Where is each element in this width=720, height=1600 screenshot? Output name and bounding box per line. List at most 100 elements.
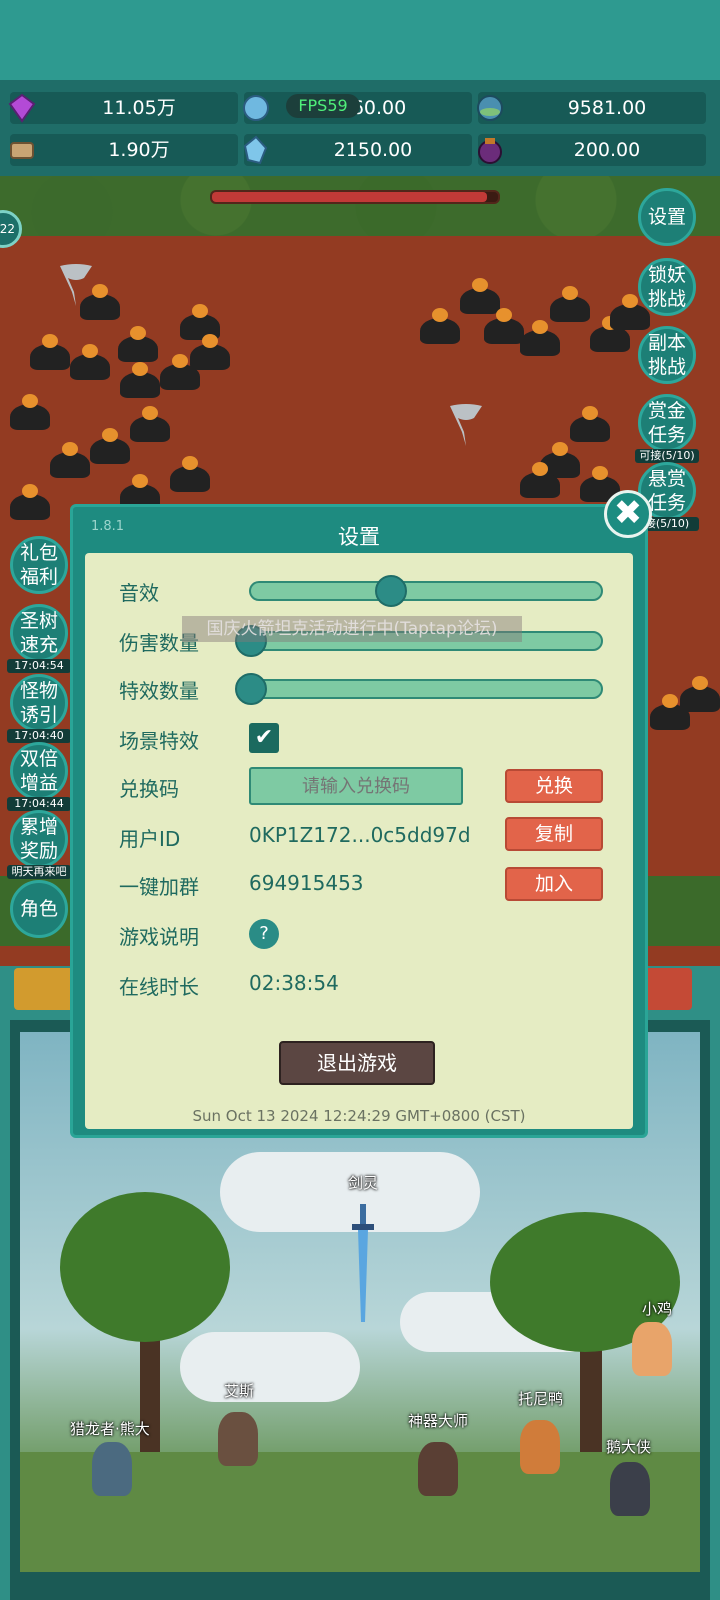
character-label-dragon-hunter-bear: 猎龙者·熊大: [70, 1420, 150, 1438]
close-icon[interactable]: ✖: [604, 490, 652, 538]
enemy: [190, 334, 230, 370]
game-help-label: 游戏说明: [119, 925, 199, 949]
monster-lure-timer: 17:04:40: [7, 729, 71, 743]
boss-hp-fill: [212, 192, 487, 202]
bounty-mission-status: 可接(5/10): [635, 449, 699, 463]
redeem-code-label: 兑换码: [119, 777, 179, 801]
character-ace[interactable]: [218, 1412, 258, 1466]
character-dragon-hunter-bear[interactable]: [92, 1442, 132, 1496]
dungeon-challenge-button[interactable]: 副本挑战: [638, 326, 696, 384]
resource-gem-value: 11.05万: [102, 97, 176, 119]
double-boost-label: 双倍增益: [19, 748, 58, 794]
bounty-mission-button[interactable]: 赏金任务 可接(5/10): [635, 394, 699, 463]
scene-effects-checkbox[interactable]: ✔: [249, 723, 279, 753]
double-boost-button[interactable]: 双倍增益 17:04:44: [7, 742, 71, 811]
enemy: [118, 326, 158, 362]
tornado-icon: [60, 264, 92, 306]
cumulative-reward-label: 累增奖励: [19, 816, 58, 862]
settings-panel: 1.8.1 设置 音效 伤害数量 特效数量 场景特效 ✔ 兑换码 兑换 用户ID…: [70, 504, 648, 1138]
character-tony-duck[interactable]: [520, 1420, 560, 1474]
enemy: [50, 442, 90, 478]
sound-slider[interactable]: [249, 575, 603, 607]
enemy: [570, 406, 610, 442]
purple-gem-icon: [8, 93, 36, 123]
effects-count-slider-knob[interactable]: [235, 673, 267, 705]
character-label-artifact-master: 神器大师: [408, 1412, 469, 1430]
cumulative-reward-button[interactable]: 累增奖励 明天再来吧: [7, 810, 71, 879]
enemy: [120, 362, 160, 398]
holy-tree-recharge-timer: 17:04:54: [7, 659, 71, 673]
monster-lure-label: 怪物诱引: [19, 680, 58, 726]
effects-count-label: 特效数量: [119, 679, 199, 703]
online-time-value: 02:38:54: [249, 971, 339, 995]
enemy: [170, 456, 210, 492]
online-time-label: 在线时长: [119, 975, 199, 999]
holy-tree-recharge-label: 圣树速充: [19, 610, 58, 656]
character-label-tony-duck: 托尼鸭: [518, 1390, 564, 1408]
resource-ice-value: 2150.00: [333, 139, 413, 161]
cumulative-reward-status: 明天再来吧: [7, 865, 71, 879]
enemy: [10, 484, 50, 520]
sound-label: 音效: [119, 581, 159, 605]
character-artifact-master[interactable]: [418, 1442, 458, 1496]
forest-top: [0, 176, 720, 236]
join-group-label: 一键加群: [119, 875, 199, 899]
copy-button[interactable]: 复制: [505, 817, 603, 851]
monster-lure-button[interactable]: 怪物诱引 17:04:40: [7, 674, 71, 743]
enemy: [520, 462, 560, 498]
dungeon-challenge-label: 副本挑战: [647, 332, 686, 378]
join-button[interactable]: 加入: [505, 867, 603, 901]
enemy: [90, 428, 130, 464]
lock-demon-challenge-button[interactable]: 锁妖挑战: [638, 258, 696, 316]
fps-counter: FPS59: [286, 94, 360, 118]
enemy: [10, 394, 50, 430]
ice-shard-icon: [243, 135, 268, 165]
character-label-ace: 艾斯: [224, 1382, 255, 1400]
lock-demon-challenge-label: 锁妖挑战: [647, 264, 686, 310]
enemy: [420, 308, 460, 344]
boss-hp-bar: [210, 190, 500, 204]
resource-scroll-value: 1.90万: [108, 139, 170, 161]
character-goose-hero[interactable]: [610, 1462, 650, 1516]
blue-crystal-icon: [243, 95, 269, 121]
current-datetime: Sun Oct 13 2024 12:24:29 GMT+0800 (CST): [192, 1107, 526, 1125]
double-boost-timer: 17:04:44: [7, 797, 71, 811]
enemy: [520, 320, 560, 356]
resource-sphere: 9581.00: [477, 92, 706, 124]
enemy: [70, 344, 110, 380]
user-id-label: 用户ID: [119, 827, 181, 851]
sound-slider-knob[interactable]: [375, 575, 407, 607]
purple-pouch-icon: [478, 138, 502, 164]
group-id-value: 694915453: [249, 871, 364, 895]
character-button-label: 角色: [19, 898, 58, 920]
sword-spirit-icon: [352, 1204, 374, 1322]
gift-pack-label: 礼包福利: [19, 542, 58, 588]
character-button[interactable]: 角色: [10, 880, 68, 938]
gift-pack-button[interactable]: 礼包福利: [10, 536, 68, 594]
resource-gem: 11.05万: [8, 92, 238, 124]
enemy: [30, 334, 70, 370]
character-label-goose-hero: 鹅大侠: [606, 1438, 652, 1456]
enemy: [550, 286, 590, 322]
resource-pouch: 200.00: [478, 134, 706, 166]
effects-count-slider[interactable]: [235, 673, 603, 705]
resource-panel: 11.05万 360.00 9581.00 1.90万 2150.00 200.…: [0, 80, 720, 176]
settings-button-label: 设置: [647, 206, 686, 228]
user-id-value: 0KP1Z172...0c5dd97d: [249, 823, 471, 847]
character-label-chick: 小鸡: [642, 1300, 673, 1318]
enemy: [130, 406, 170, 442]
exit-game-button[interactable]: 退出游戏: [279, 1041, 435, 1085]
help-icon[interactable]: ?: [249, 919, 279, 949]
character-label-sword-spirit: 剑灵: [348, 1174, 379, 1192]
redeem-code-input[interactable]: [249, 767, 463, 805]
character-chick[interactable]: [632, 1322, 672, 1376]
redeem-button[interactable]: 兑换: [505, 769, 603, 803]
top-bar: [0, 0, 720, 80]
settings-button[interactable]: 设置: [638, 188, 696, 246]
resource-ice: 2150.00: [243, 134, 472, 166]
holy-tree-recharge-button[interactable]: 圣树速充 17:04:54: [7, 604, 71, 673]
cloud: [180, 1332, 360, 1402]
enemy: [680, 676, 720, 712]
settings-title: 设置: [338, 525, 380, 549]
enemy: [484, 308, 524, 344]
